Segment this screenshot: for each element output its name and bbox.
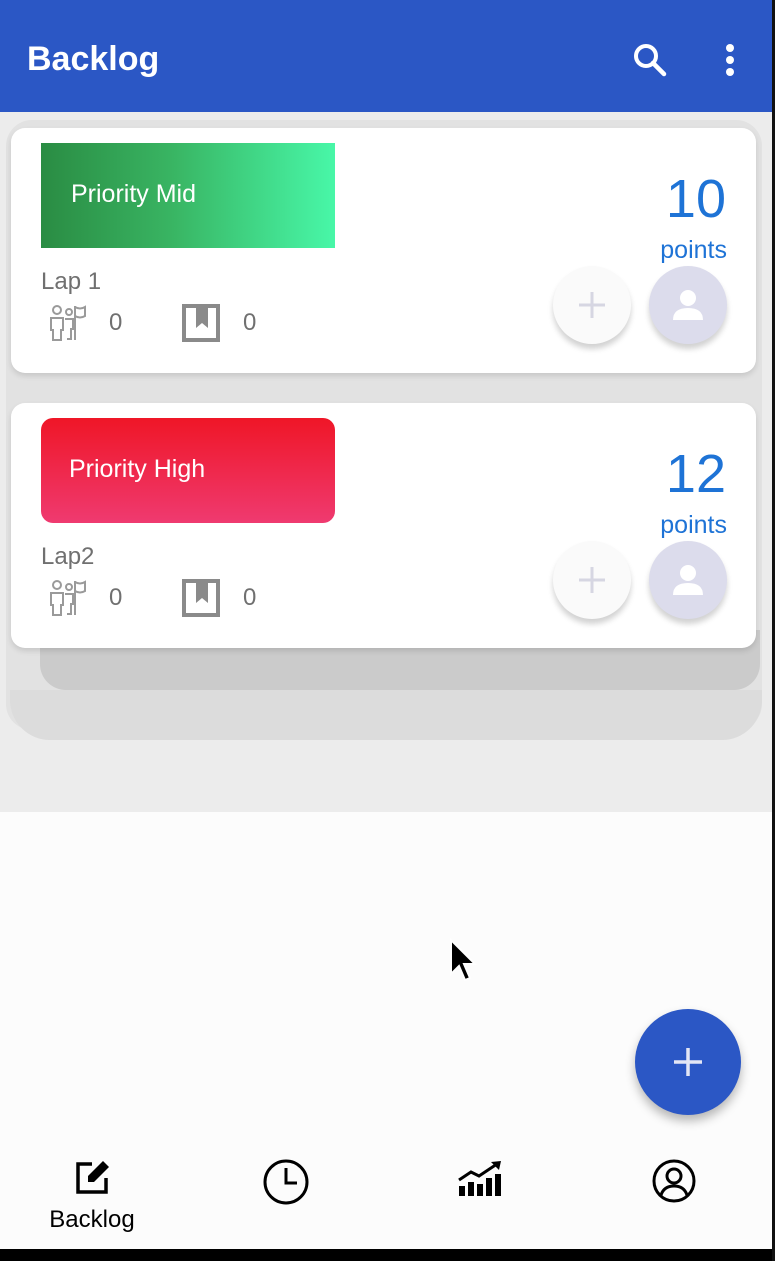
chart-icon [458, 1161, 501, 1196]
search-button[interactable] [626, 36, 674, 84]
priority-badge: Priority High [41, 418, 335, 523]
nav-backlog[interactable]: Backlog [22, 1158, 162, 1243]
card-stats: 0 0 [47, 578, 293, 618]
backlog-card[interactable]: Priority Mid Lap 1 0 0 10 points [11, 128, 756, 373]
points-value: 10 [665, 169, 726, 229]
card-name: Lap 1 [41, 268, 102, 295]
edit-icon [76, 1161, 109, 1194]
plus-icon [674, 1048, 702, 1076]
plus-icon [579, 567, 605, 593]
screen: Backlog Priority Mid Lap 1 0 0 10 points… [0, 0, 772, 1249]
clock-icon [263, 1159, 309, 1205]
add-assignee-button[interactable] [553, 266, 631, 344]
more-vert-icon [726, 44, 734, 76]
team-flag-icon [47, 578, 87, 618]
nav-statistics[interactable] [410, 1158, 550, 1243]
card-name: Lap2 [41, 543, 95, 570]
bottom-navigation: Backlog [0, 1148, 772, 1249]
add-backlog-fab[interactable] [635, 1009, 741, 1115]
points-value: 12 [665, 444, 726, 504]
person-icon [673, 290, 703, 320]
backlog-card[interactable]: Priority High Lap2 0 0 12 points [11, 403, 756, 648]
members-count: 0 [109, 309, 123, 336]
tasks-count: 0 [243, 584, 257, 611]
app-bar: Backlog [0, 0, 772, 112]
points-label: points [660, 236, 727, 264]
assignee-avatar[interactable] [649, 541, 727, 619]
plus-icon [579, 292, 605, 318]
add-assignee-button[interactable] [553, 541, 631, 619]
account-icon [652, 1159, 696, 1203]
nav-backlog-label: Backlog [49, 1206, 135, 1233]
assignee-avatar[interactable] [649, 266, 727, 344]
priority-badge: Priority Mid [41, 143, 335, 248]
nav-profile[interactable] [604, 1158, 744, 1243]
page-title: Backlog [27, 40, 160, 78]
person-icon [673, 565, 703, 595]
mouse-cursor-icon [449, 937, 479, 987]
members-count: 0 [109, 584, 123, 611]
points-label: points [660, 511, 727, 539]
search-icon [634, 44, 667, 77]
bookmark-icon [181, 303, 221, 343]
tasks-count: 0 [243, 309, 257, 336]
team-flag-icon [47, 303, 87, 343]
card-stats: 0 0 [47, 303, 293, 343]
more-options-button[interactable] [706, 36, 754, 84]
nav-history[interactable] [216, 1158, 356, 1243]
bookmark-icon [181, 578, 221, 618]
card-stack-shadow [10, 690, 762, 740]
